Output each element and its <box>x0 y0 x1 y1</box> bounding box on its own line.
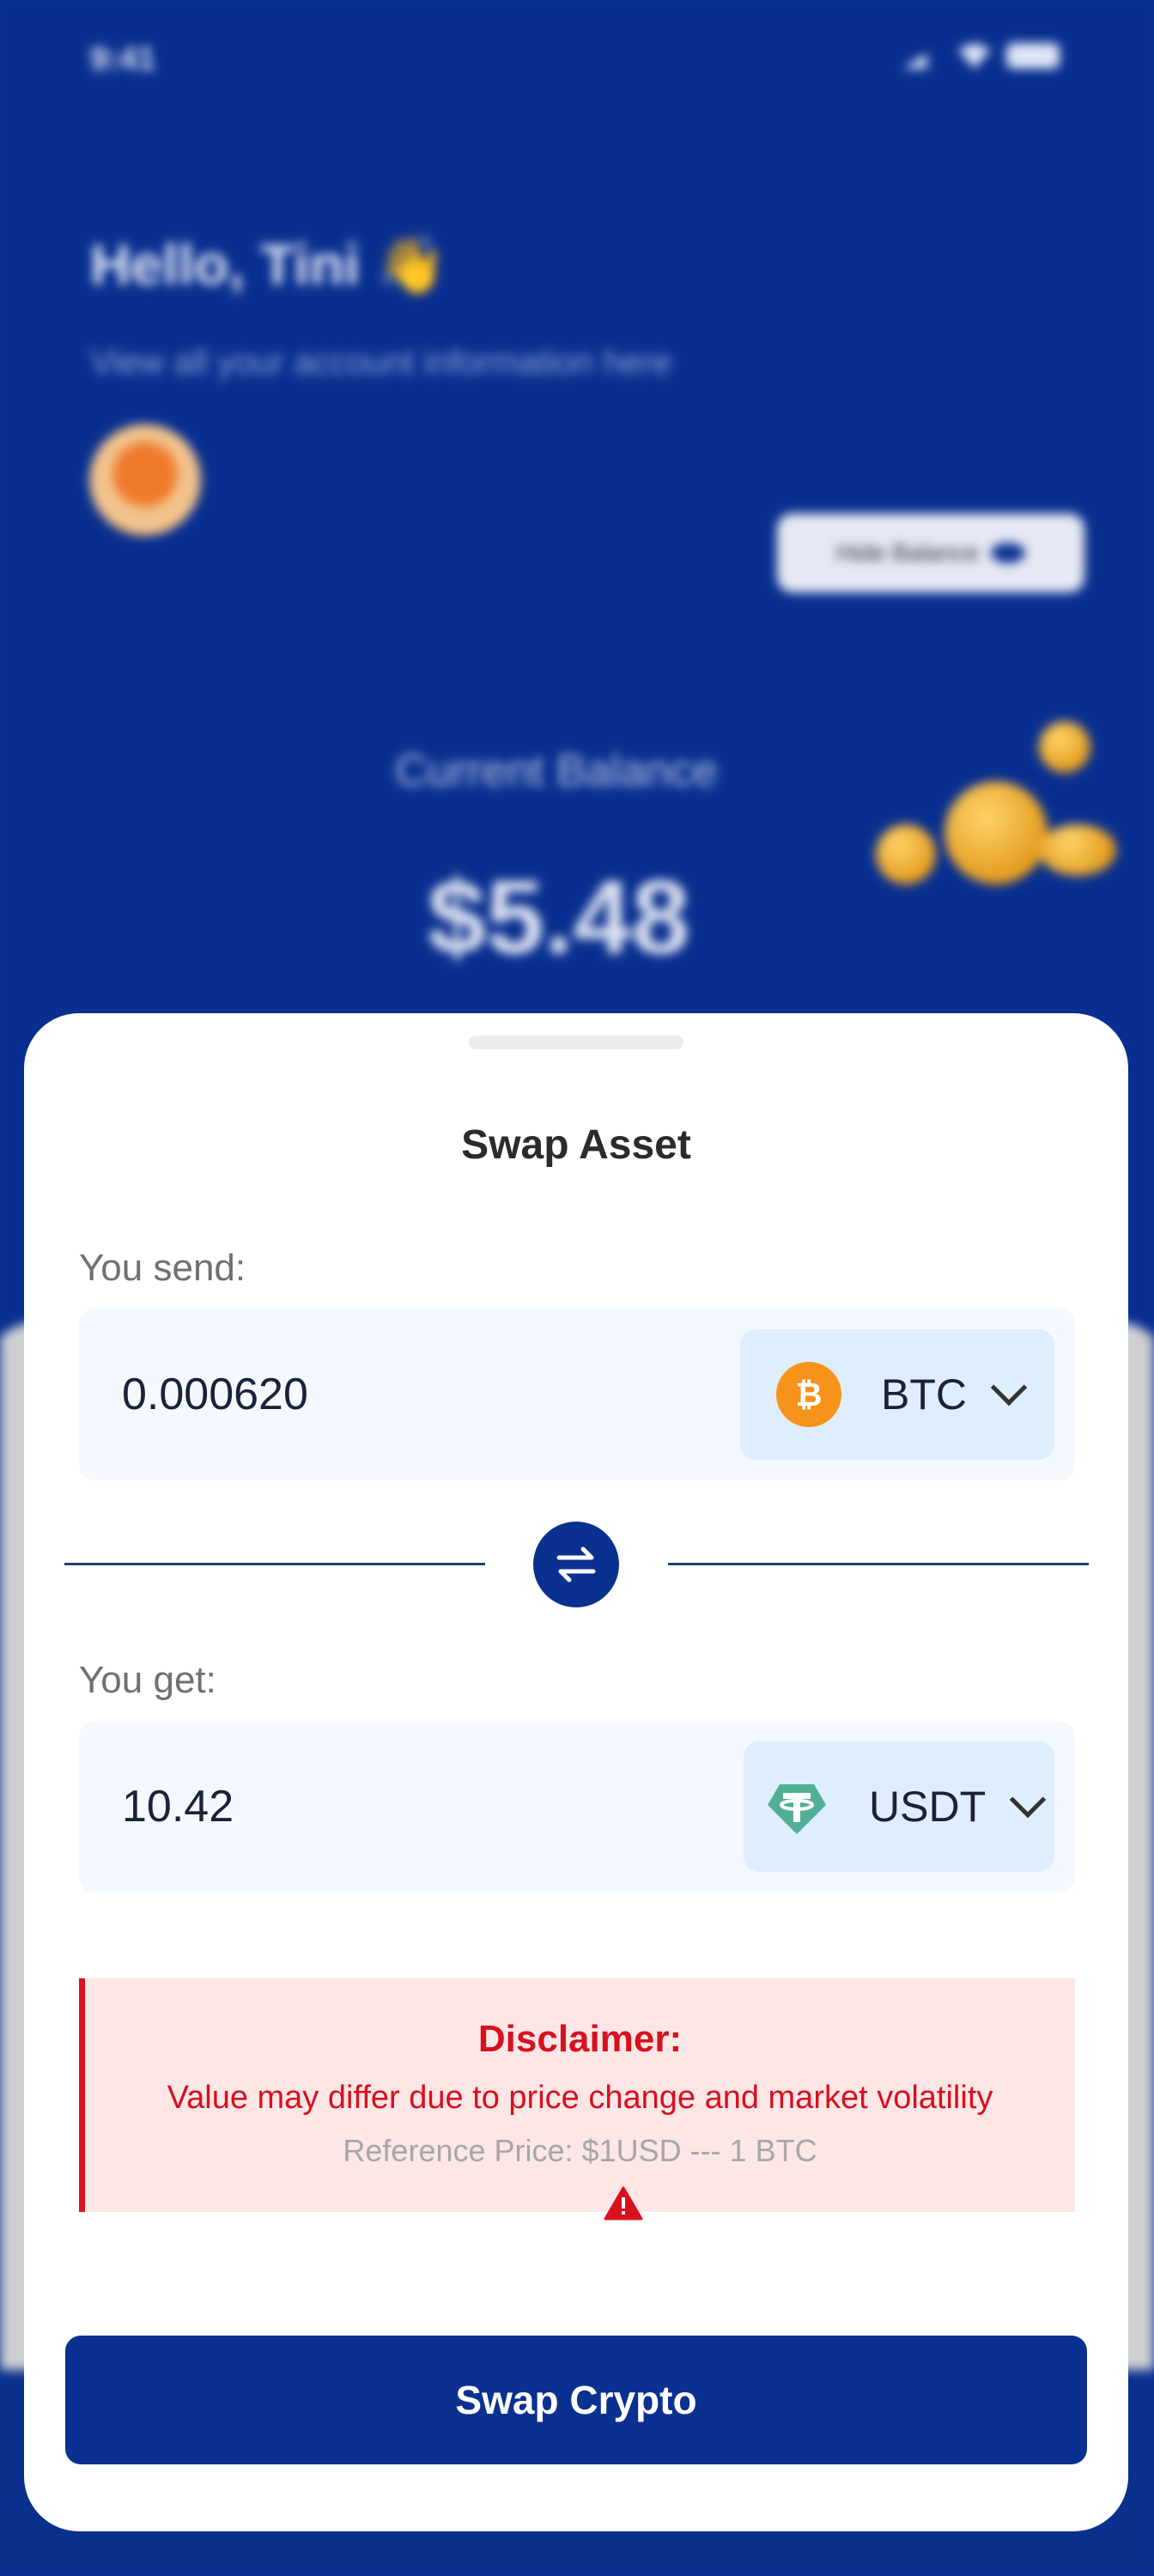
swap-direction-button[interactable] <box>533 1522 619 1607</box>
send-amount-field[interactable]: 0.000620 ₿ BTC <box>79 1309 1075 1480</box>
disclaimer-box: Disclaimer: Value may differ due to pric… <box>79 1978 1075 2221</box>
send-asset-name: BTC <box>881 1370 967 1419</box>
send-amount-value[interactable]: 0.000620 <box>122 1309 308 1480</box>
warning-icon <box>604 2186 643 2221</box>
eye-icon <box>991 543 1026 563</box>
bitcoin-icon: ₿ <box>776 1362 841 1427</box>
greeting-heading: Hello, Tini 👋 <box>90 233 446 296</box>
hide-balance-label: Hide Balance <box>835 539 980 566</box>
divider-left <box>64 1563 485 1565</box>
disclaimer-title: Disclaimer: <box>477 2018 683 2060</box>
chevron-down-icon <box>1009 1781 1047 1819</box>
svg-text:₿: ₿ <box>796 1376 823 1413</box>
battery-icon <box>1006 43 1060 69</box>
tether-icon <box>764 1774 829 1839</box>
send-label: You send: <box>79 1247 246 1289</box>
get-asset-dropdown[interactable]: USDT <box>744 1741 1054 1872</box>
swap-asset-sheet: Swap Asset You send: 0.000620 ₿ BTC You … <box>24 1013 1128 2531</box>
reference-price: Reference Price: $1USD --- 1 BTC <box>343 2133 817 2168</box>
greeting-subtitle: View all your account information here <box>90 343 672 381</box>
avatar <box>89 424 201 536</box>
hide-balance-button: Hide Balance <box>777 513 1084 592</box>
status-bar-icons <box>903 43 1060 69</box>
divider-right <box>668 1563 1089 1565</box>
status-time: 9:41 <box>90 41 156 77</box>
get-label: You get: <box>79 1659 216 1701</box>
get-amount-value: 10.42 <box>122 1782 234 1832</box>
swap-crypto-button[interactable]: Swap Crypto <box>65 2336 1087 2464</box>
wifi-icon <box>958 43 991 69</box>
chevron-down-icon <box>990 1369 1028 1406</box>
get-amount-field[interactable]: 10.42 USDT <box>79 1721 1075 1893</box>
balance-label: Current Balance <box>395 746 718 796</box>
coins-illustration <box>841 721 1133 902</box>
sheet-title: Swap Asset <box>461 1122 691 1168</box>
signal-icon <box>903 43 943 69</box>
sheet-drag-handle[interactable] <box>469 1036 683 1049</box>
swap-arrows-icon <box>556 1546 596 1583</box>
disclaimer-text: Value may differ due to price change and… <box>167 2080 993 2116</box>
get-asset-name: USDT <box>869 1783 987 1831</box>
balance-value: $5.48 <box>428 859 690 975</box>
send-asset-dropdown[interactable]: ₿ BTC <box>740 1329 1054 1460</box>
